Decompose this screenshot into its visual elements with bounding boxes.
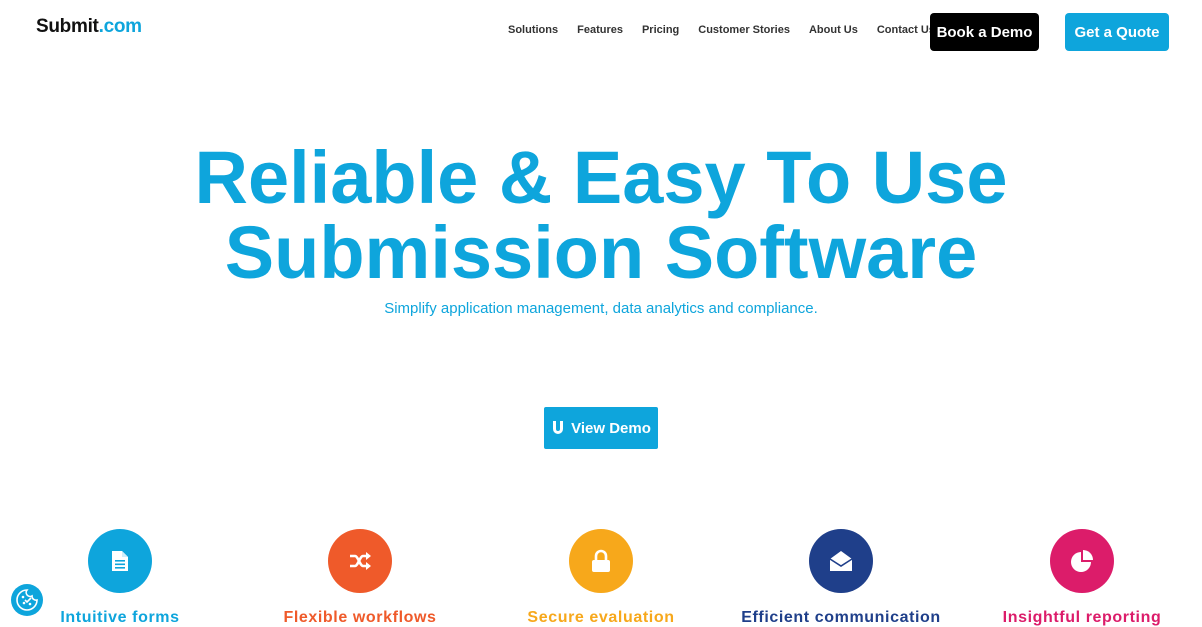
feature-label: Efficient communication bbox=[741, 609, 941, 626]
feature-efficient-communication[interactable]: Efficient communication bbox=[721, 529, 961, 627]
logo-text-domain: .com bbox=[98, 16, 142, 37]
nav-item-customer-stories[interactable]: Customer Stories bbox=[698, 24, 790, 36]
hero-title: Reliable & Easy To Use Submission Softwa… bbox=[0, 140, 1202, 290]
hero-title-line-2: Submission Software bbox=[224, 211, 978, 294]
feature-label: Secure evaluation bbox=[527, 609, 675, 626]
feature-circle bbox=[88, 529, 152, 593]
view-demo-label: View Demo bbox=[571, 419, 651, 437]
feature-label: Flexible workflows bbox=[283, 609, 437, 626]
feature-flexible-workflows[interactable]: Flexible workflows bbox=[240, 529, 480, 627]
nav-item-about-us[interactable]: About Us bbox=[809, 24, 858, 36]
nav-item-solutions[interactable]: Solutions bbox=[508, 24, 558, 36]
nav-item-pricing[interactable]: Pricing bbox=[642, 24, 679, 36]
feature-insightful-reporting[interactable]: Insightful reporting bbox=[962, 529, 1202, 627]
feature-circle bbox=[809, 529, 873, 593]
cookie-settings-icon bbox=[16, 589, 38, 611]
shuffle-icon bbox=[350, 552, 371, 570]
nav-item-contact-us[interactable]: Contact Us bbox=[877, 24, 935, 36]
envelope-open-icon bbox=[829, 551, 853, 571]
hero-title-line-1: Reliable & Easy To Use bbox=[194, 136, 1008, 219]
hero-subtitle: Simplify application management, data an… bbox=[384, 300, 818, 317]
document-icon bbox=[112, 551, 128, 571]
cookie-settings-button[interactable] bbox=[11, 584, 43, 616]
lock-icon bbox=[592, 549, 610, 572]
feature-circle bbox=[328, 529, 392, 593]
feature-circle bbox=[1050, 529, 1114, 593]
feature-secure-evaluation[interactable]: Secure evaluation bbox=[481, 529, 721, 627]
feature-circle bbox=[569, 529, 633, 593]
get-quote-button[interactable]: Get a Quote bbox=[1065, 13, 1169, 51]
feature-label: Insightful reporting bbox=[1002, 609, 1162, 626]
main-nav: Solutions Features Pricing Customer Stor… bbox=[508, 24, 935, 36]
nav-item-features[interactable]: Features bbox=[577, 24, 623, 36]
logo-text-main: Submit bbox=[36, 16, 99, 37]
pie-chart-icon bbox=[1071, 550, 1093, 572]
site-logo[interactable]: Submit .com bbox=[36, 16, 142, 38]
view-demo-button[interactable]: View Demo bbox=[544, 407, 658, 449]
book-demo-button[interactable]: Book a Demo bbox=[930, 13, 1039, 51]
magnet-icon bbox=[553, 421, 564, 434]
